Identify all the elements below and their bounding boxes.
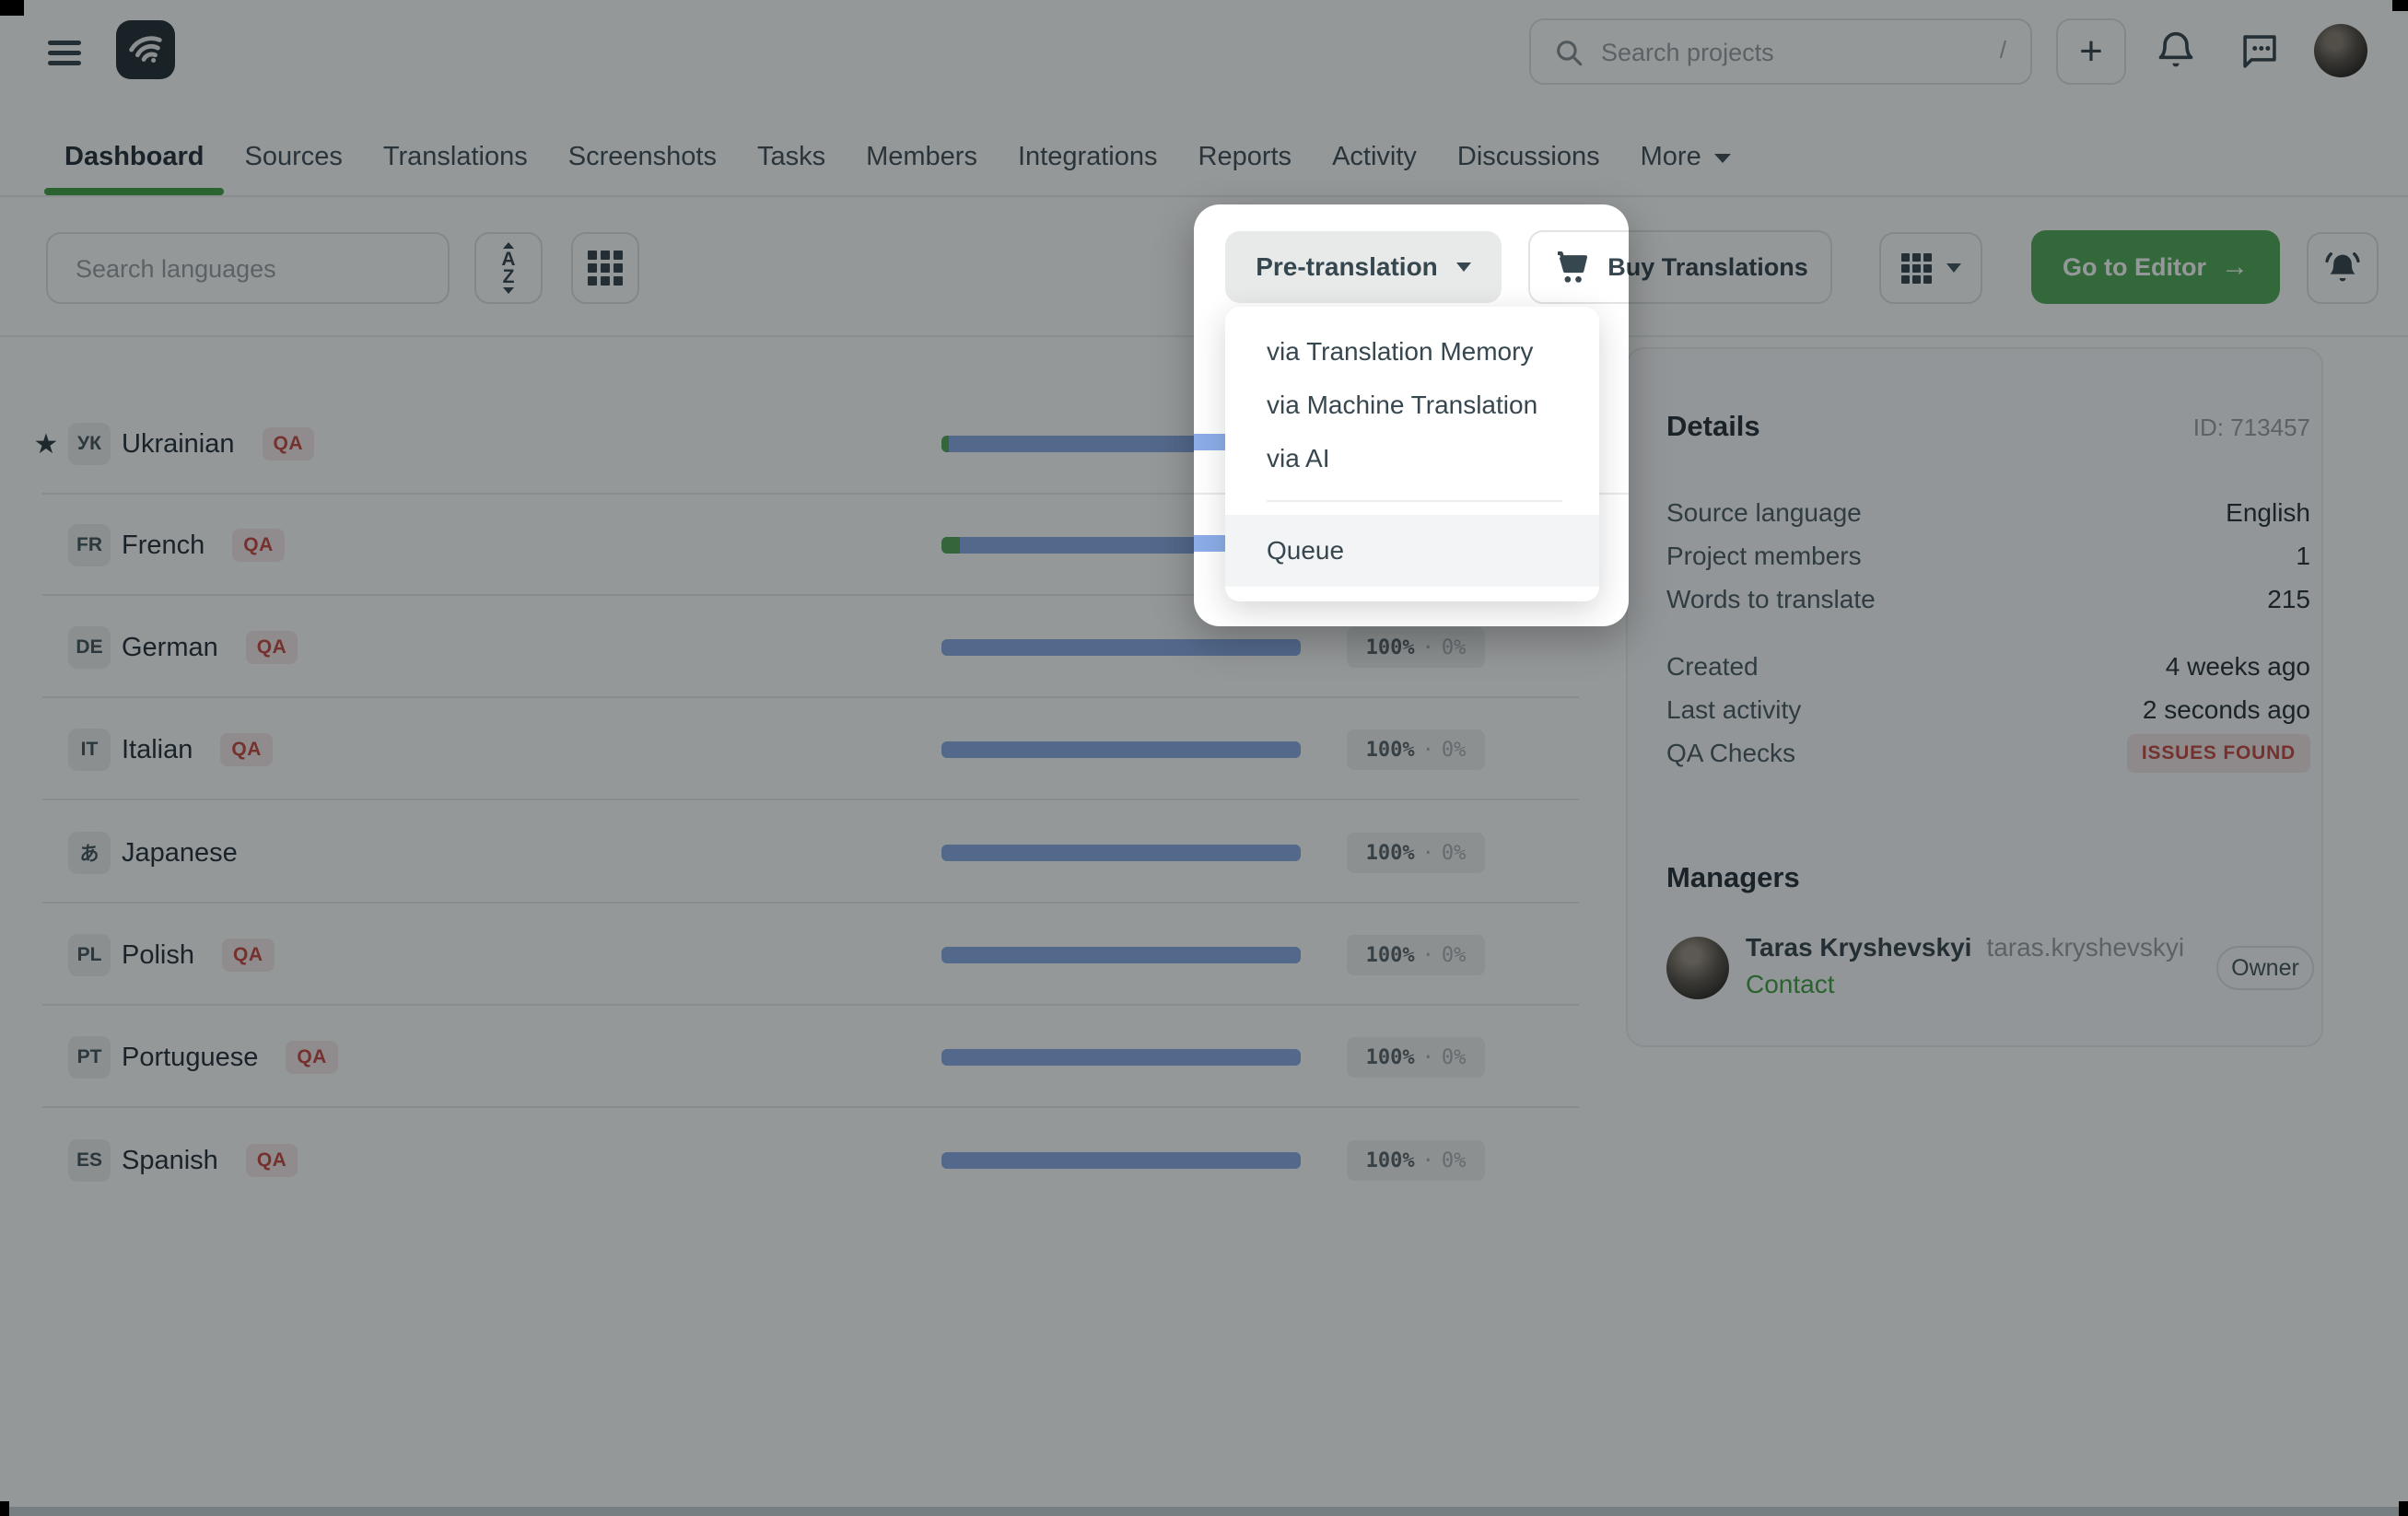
- menu-item-queue[interactable]: Queue: [1225, 515, 1599, 587]
- pretranslation-menu: via Translation Memoryvia Machine Transl…: [1225, 307, 1599, 601]
- app-window: / + DashboardSourcesTranslationsScreensh…: [0, 0, 2408, 1516]
- screen-corner-artifact: [0, 0, 24, 16]
- menu-item-via-translation-memory[interactable]: via Translation Memory: [1225, 325, 1599, 379]
- pretranslation-button[interactable]: Pre-translation: [1225, 231, 1502, 303]
- pretranslation-label: Pre-translation: [1256, 252, 1438, 282]
- menu-item-via-machine-translation[interactable]: via Machine Translation: [1225, 379, 1599, 432]
- cart-icon: [1552, 249, 1591, 286]
- menu-separator: [1267, 500, 1562, 502]
- buy-translations-button[interactable]: Buy Translations: [1528, 230, 1629, 304]
- menu-item-via-ai[interactable]: via AI: [1225, 432, 1599, 485]
- screen-corner-artifact: [2392, 0, 2408, 11]
- tour-spotlight: Buy Translations Pre-translation via Tra…: [1194, 204, 1629, 626]
- chevron-down-icon: [1456, 262, 1471, 272]
- screen-corner-artifact: [0, 1501, 9, 1516]
- screen-corner-artifact: [2399, 1501, 2408, 1516]
- buy-translations-label: Buy Translations: [1607, 253, 1629, 282]
